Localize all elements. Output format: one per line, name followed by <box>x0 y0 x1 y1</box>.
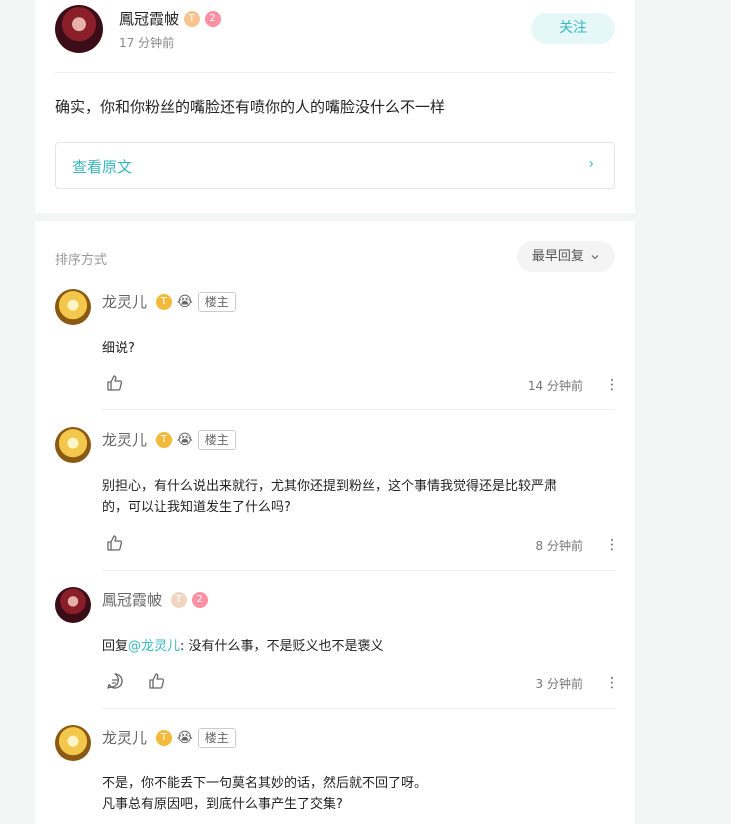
follow-button[interactable]: 关注 <box>531 13 615 44</box>
level-badge: T <box>155 431 172 448</box>
sort-value: 最早回复 <box>531 249 584 264</box>
comment-text: 别担心，有什么说出来就行，尤其你还提到粉丝，这个事情我觉得还是比较严肃 的，可以… <box>102 476 602 518</box>
sort-label: 排序方式 <box>55 253 108 268</box>
more-options-icon[interactable]: ⋮ <box>605 537 619 553</box>
emoji-badge: 😭 <box>176 293 193 310</box>
comment-author-name[interactable]: 龙灵儿 <box>102 729 147 747</box>
level-badge: T <box>155 293 172 310</box>
post-time: 17 分钟前 <box>119 36 175 50</box>
sort-dropdown[interactable]: 最早回复 <box>517 241 615 272</box>
comment-item: 龙灵儿 T 😭 楼主 细说? 14 分钟前 ⋮ <box>35 289 635 410</box>
level-badge: T <box>183 10 200 27</box>
comments-card: 排序方式 最早回复 龙灵儿 T 😭 楼主 细说? 14 分钟前 ⋮ 龙灵儿 T … <box>35 221 635 824</box>
comment-text: 不是，你不能丢下一句莫名其妙的话，然后就不回了呀。 凡事总有原因吧，到底什么事产… <box>102 773 602 815</box>
comment-header: 龙灵儿 T 😭 楼主 <box>102 429 236 450</box>
divider <box>102 409 615 410</box>
owner-tag: 楼主 <box>197 429 236 450</box>
chevron-right-icon: › <box>588 156 594 172</box>
comment-avatar[interactable] <box>55 427 91 463</box>
comment-header: 龙灵儿 T 😭 楼主 <box>102 727 236 748</box>
level-badge: T <box>170 591 187 608</box>
comment-avatar[interactable] <box>55 587 91 623</box>
divider <box>55 72 615 73</box>
comment-author-name[interactable]: 鳳冠霞帔 <box>102 591 162 609</box>
post-content: 确实，你和你粉丝的嘴脸还有喷你的人的嘴脸没什么不一样 <box>55 98 446 116</box>
divider <box>102 570 615 571</box>
comment-header: 龙灵儿 T 😭 楼主 <box>102 291 236 312</box>
comment-text-line: 别担心，有什么说出来就行，尤其你还提到粉丝，这个事情我觉得还是比较严肃 <box>102 479 558 494</box>
like-icon[interactable] <box>147 671 167 691</box>
emoji-badge: 😭 <box>176 431 193 448</box>
more-options-icon[interactable]: ⋮ <box>605 377 619 393</box>
divider <box>102 708 615 709</box>
mention-link[interactable]: @龙灵儿 <box>128 639 180 654</box>
comment-item: 鳳冠霞帔 T 2 回复@龙灵儿: 没有什么事，不是贬义也不是褒义 3 分钟前 ⋮ <box>35 587 635 709</box>
comment-item: 龙灵儿 T 😭 楼主 不是，你不能丢下一句莫名其妙的话，然后就不回了呀。 凡事总… <box>35 725 635 824</box>
post-card: 鳳冠霞帔 T 2 17 分钟前 关注 确实，你和你粉丝的嘴脸还有喷你的人的嘴脸没… <box>35 0 635 213</box>
comment-text: 细说? <box>102 341 135 356</box>
comment-time: 14 分钟前 <box>527 379 583 393</box>
comment-time: 3 分钟前 <box>535 677 583 691</box>
reply-icon[interactable] <box>105 671 125 691</box>
more-options-icon[interactable]: ⋮ <box>605 675 619 691</box>
owner-tag: 楼主 <box>197 727 236 748</box>
like-icon[interactable] <box>105 533 125 553</box>
number-badge: 2 <box>191 591 208 608</box>
owner-tag: 楼主 <box>197 291 236 312</box>
reply-prefix: 回复 <box>102 639 129 654</box>
comment-item: 龙灵儿 T 😭 楼主 别担心，有什么说出来就行，尤其你还提到粉丝，这个事情我觉得… <box>35 427 635 571</box>
like-icon[interactable] <box>105 373 125 393</box>
level-badge: T <box>155 729 172 746</box>
number-badge: 2 <box>204 10 221 27</box>
comment-author-name[interactable]: 龙灵儿 <box>102 293 147 311</box>
post-author-line: 鳳冠霞帔 T 2 <box>119 8 221 29</box>
comment-text-line: 的，可以让我知道发生了什么吗? <box>102 500 291 515</box>
comment-text: 回复@龙灵儿: 没有什么事，不是贬义也不是褒义 <box>102 636 602 657</box>
view-original-label: 查看原文 <box>72 158 133 176</box>
comment-text-line: 不是，你不能丢下一句莫名其妙的话，然后就不回了呀。 <box>102 776 428 791</box>
comment-header: 鳳冠霞帔 T 2 <box>102 589 208 610</box>
post-author-name[interactable]: 鳳冠霞帔 <box>119 10 179 28</box>
comment-time: 8 分钟前 <box>535 539 583 553</box>
comment-avatar[interactable] <box>55 725 91 761</box>
view-original-button[interactable]: 查看原文 › <box>55 142 615 189</box>
chevron-down-icon <box>591 254 599 259</box>
comment-author-name[interactable]: 龙灵儿 <box>102 431 147 449</box>
comment-avatar[interactable] <box>55 289 91 325</box>
emoji-badge: 😭 <box>176 729 193 746</box>
post-author-avatar[interactable] <box>55 5 103 53</box>
comment-text-line: 凡事总有原因吧，到底什么事产生了交集? <box>102 797 343 812</box>
reply-text: : 没有什么事，不是贬义也不是褒义 <box>180 639 384 654</box>
